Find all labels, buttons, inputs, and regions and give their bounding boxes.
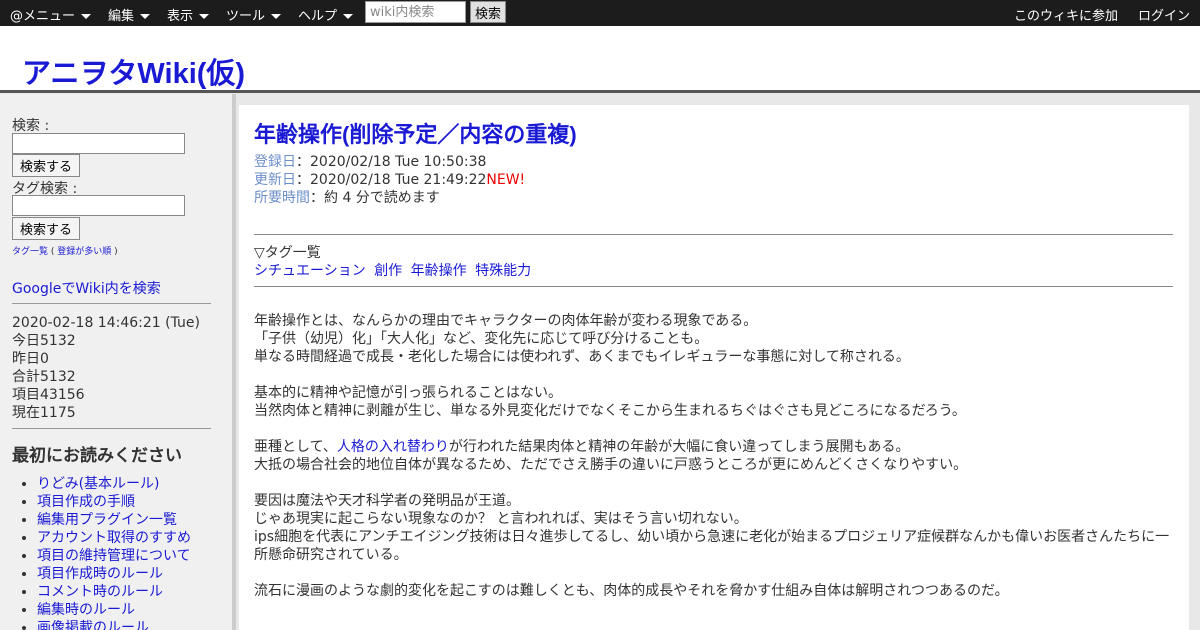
list-item: 画像掲載のルール — [37, 619, 191, 630]
rule-link[interactable]: 編集用プラグイン一覧 — [37, 512, 177, 528]
registered-date: 登録日：2020/02/18 Tue 10:50:38 — [254, 153, 525, 171]
tag-list-links: タグ一覧 ( 登録が多い順 ) — [12, 244, 118, 257]
page-title[interactable]: 年齢操作(削除予定／内容の重複) — [254, 117, 577, 149]
tag-link[interactable]: 年齢操作 — [411, 263, 467, 279]
counter-total: 合計5132 — [12, 369, 76, 385]
tags-heading[interactable]: ▽タグ一覧 — [254, 242, 321, 262]
personality-swap-link[interactable]: 人格の入れ替わり — [337, 439, 449, 455]
list-item: 項目作成時のルール — [37, 565, 191, 583]
counter-yesterday: 昨日0 — [12, 351, 49, 367]
rule-link[interactable]: りどみ(基本ルール) — [37, 476, 160, 492]
list-item: 項目作成の手順 — [37, 493, 191, 511]
read-first-heading: 最初にお読みください — [12, 446, 182, 466]
atmenu-menu[interactable]: @メニュー — [10, 5, 92, 24]
rule-link[interactable]: アカウント取得のすすめ — [37, 530, 191, 546]
sidebar-search-button[interactable]: 検索する — [12, 154, 80, 177]
paren-open: ( — [50, 247, 55, 257]
search-label: 検索 : — [12, 118, 50, 134]
divider — [254, 286, 1173, 287]
tag-link[interactable]: シチュエーション — [254, 263, 366, 279]
page-meta: 登録日：2020/02/18 Tue 10:50:38 更新日：2020/02/… — [254, 153, 525, 207]
edit-menu[interactable]: 編集 — [108, 5, 151, 24]
chevron-down-icon — [199, 14, 210, 19]
paragraph: 亜種として、人格の入れ替わりが行われた結果肉体と精神の年齢が大幅に食い違ってしま… — [254, 439, 968, 473]
paragraph: 年齢操作とは、なんらかの理由でキャラクターの肉体年齢が変わる現象である。 「子供… — [254, 313, 910, 365]
tag-link[interactable]: 創作 — [374, 263, 402, 279]
rule-link[interactable]: 画像掲載のルール — [37, 620, 149, 630]
paragraph: 基本的に精神や記憶が引っ張られることはない。 当然肉体と精神に剥離が生じ、単なる… — [254, 385, 966, 419]
paren-close: ) — [114, 247, 118, 257]
counter-items: 項目43156 — [12, 387, 85, 403]
chevron-down-icon — [140, 14, 151, 19]
article-body: 年齢操作とは、なんらかの理由でキャラクターの肉体年齢が変わる現象である。 「子供… — [254, 312, 1173, 618]
list-item: 編集時のルール — [37, 601, 191, 619]
top-toolbar: @メニュー 編集 表示 ツール ヘルプ 検索 このウィキに参加 ログイン — [0, 0, 1200, 26]
rule-link[interactable]: 項目作成時のルール — [37, 566, 163, 582]
updated-value: ：2020/02/18 Tue 21:49:22 — [296, 172, 487, 188]
read-first-list: りどみ(基本ルール) 項目作成の手順 編集用プラグイン一覧 アカウント取得のすす… — [12, 475, 191, 630]
site-header: アニヲタWiki(仮) — [0, 26, 1200, 93]
tag-search-input[interactable] — [12, 195, 185, 216]
list-item: りどみ(基本ルール) — [37, 475, 191, 493]
chevron-down-icon — [81, 14, 92, 19]
join-wiki-link[interactable]: このウィキに参加 — [1014, 5, 1118, 24]
wiki-search-button[interactable]: 検索 — [470, 1, 506, 23]
rule-link[interactable]: 編集時のルール — [37, 602, 135, 618]
google-search-link[interactable]: GoogleでWiki内を検索 — [12, 278, 161, 298]
updated-label: 更新日 — [254, 172, 296, 188]
divider — [12, 303, 211, 304]
reading-time: 所要時間：約 4 分で読めます — [254, 189, 525, 207]
counter-datetime: 2020-02-18 14:46:21 (Tue) — [12, 315, 200, 331]
list-item: コメント時のルール — [37, 583, 191, 601]
registered-label: 登録日 — [254, 154, 296, 170]
paragraph: 流石に漫画のような劇的変化を起こすのは難しくとも、肉体的成長やそれを脅かす仕組み… — [254, 583, 1009, 599]
divider — [12, 428, 211, 429]
updated-date: 更新日：2020/02/18 Tue 21:49:22NEW! — [254, 171, 525, 189]
rule-link[interactable]: コメント時のルール — [37, 584, 163, 600]
sidebar-search-input[interactable] — [12, 133, 185, 154]
chevron-down-icon — [343, 14, 354, 19]
registered-value: ：2020/02/18 Tue 10:50:38 — [296, 154, 487, 170]
login-link[interactable]: ログイン — [1138, 5, 1190, 24]
new-badge: NEW! — [486, 172, 526, 188]
divider — [254, 234, 1173, 235]
sidebar: 検索 : 検索する タグ検索 : 検索する タグ一覧 ( 登録が多い順 ) Go… — [0, 94, 236, 630]
access-counter: 2020-02-18 14:46:21 (Tue) 今日5132 昨日0 合計5… — [12, 314, 200, 422]
tag-search-button[interactable]: 検索する — [12, 217, 80, 240]
list-item: アカウント取得のすすめ — [37, 529, 191, 547]
reading-label: 所要時間 — [254, 190, 310, 206]
list-item: 項目の維持管理について — [37, 547, 191, 565]
site-title[interactable]: アニヲタWiki(仮) — [22, 50, 245, 92]
tag-links: シチュエーション 創作 年齢操作 特殊能力 — [254, 260, 535, 280]
view-menu[interactable]: 表示 — [167, 5, 210, 24]
list-item: 編集用プラグイン一覧 — [37, 511, 191, 529]
counter-today: 今日5132 — [12, 333, 76, 349]
reading-value: ：約 4 分で読めます — [310, 190, 440, 206]
tag-list-link[interactable]: タグ一覧 — [12, 247, 48, 257]
chevron-down-icon — [271, 14, 282, 19]
tag-link[interactable]: 特殊能力 — [475, 263, 531, 279]
paragraph: 要因は魔法や天才科学者の発明品が王道。 じゃあ現実に起こらない現象なのか？ と言… — [254, 493, 1170, 563]
help-menu[interactable]: ヘルプ — [298, 5, 354, 24]
tools-menu[interactable]: ツール — [226, 5, 282, 24]
tag-list-popular-link[interactable]: 登録が多い順 — [57, 247, 111, 257]
counter-now: 現在1175 — [12, 405, 76, 421]
main-content: 年齢操作(削除予定／内容の重複) 登録日：2020/02/18 Tue 10:5… — [239, 105, 1189, 630]
wiki-search-input[interactable] — [365, 1, 466, 23]
rule-link[interactable]: 項目の維持管理について — [37, 548, 191, 564]
rule-link[interactable]: 項目作成の手順 — [37, 494, 135, 510]
